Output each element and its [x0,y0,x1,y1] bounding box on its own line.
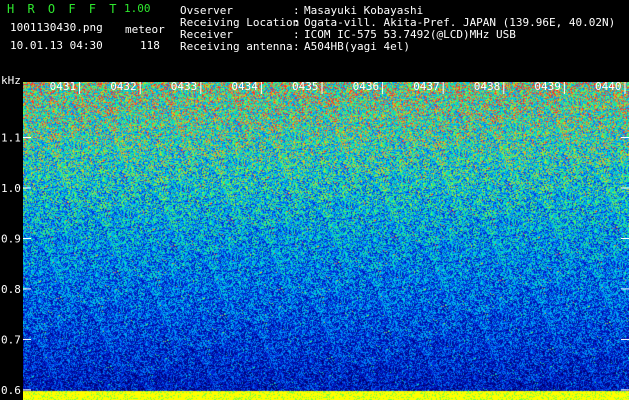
app-version: 1.00 [124,2,151,15]
x-tick-label: 0437 [413,80,440,93]
x-tick-label: 0436 [353,80,380,93]
y-tick-label: 1.0 [1,182,21,195]
y-tick-label: 1.1 [1,132,21,145]
header-panel: H R O F F T 1.00 1001130430.png 10.01.13… [0,0,629,76]
meteor-count-label: meteor [125,23,165,36]
x-tick-label: 0434 [231,80,258,93]
x-tick-label: 0431 [50,80,77,93]
x-tick-label: 0439 [534,80,561,93]
info-label-antenna: Receiving antenna [180,40,293,53]
y-tick-label: 0.8 [1,283,21,296]
y-tick-label: 0.7 [1,333,21,346]
x-tick-label: 0438 [474,80,501,93]
spectrogram-axes: 1.1 1.0 0.9 0.8 0.7 0.6 0431 0432 0433 0434 0435 04… [1,80,629,397]
x-tick-label: 0440 [595,80,622,93]
datetime-label: 10.01.13 04:30 [10,39,103,52]
y-tick-label: 0.9 [1,232,21,245]
y-tick-label: 0.6 [1,384,21,397]
x-tick-label: 0432 [110,80,137,93]
x-tick-label: 0433 [171,80,198,93]
filename-label: 1001130430.png [10,21,103,34]
app-title: H R O F F T [7,2,120,16]
meteor-count-value: 118 [140,39,160,52]
info-separator: : [293,40,300,53]
info-value-antenna: A504HB(yagi 4el) [304,40,410,53]
x-tick-label: 0435 [292,80,319,93]
